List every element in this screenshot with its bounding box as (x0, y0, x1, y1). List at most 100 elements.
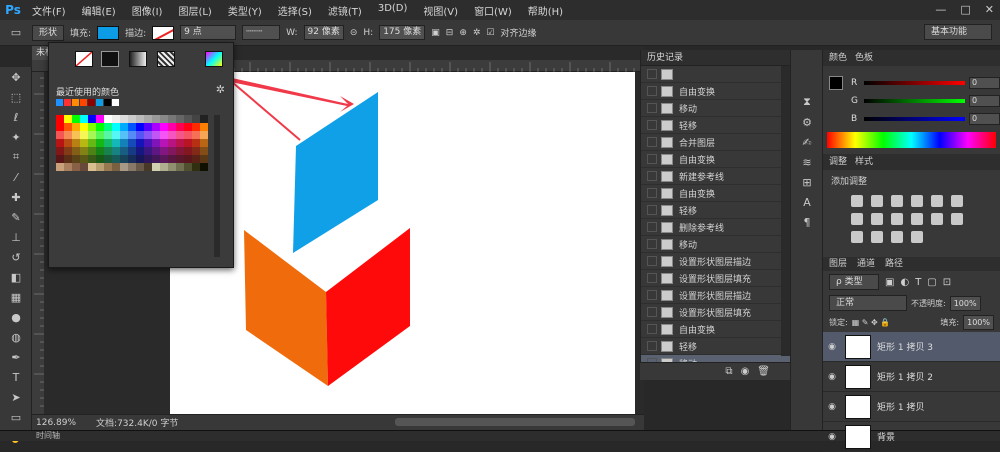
recent-color-swatch[interactable] (88, 99, 95, 106)
menu-5[interactable]: 选择(S) (270, 3, 320, 18)
layer-row[interactable]: ◉ 背景 (823, 422, 1000, 452)
palette-swatch[interactable] (120, 123, 128, 131)
color-slider[interactable] (864, 81, 965, 85)
history-checkbox[interactable] (647, 256, 657, 266)
history-checkbox[interactable] (647, 205, 657, 215)
palette-swatch[interactable] (128, 139, 136, 147)
blend-mode-select[interactable]: 正常 (829, 295, 907, 311)
history-checkbox[interactable] (647, 324, 657, 334)
palette-swatch[interactable] (104, 123, 112, 131)
palette-swatch[interactable] (56, 131, 64, 139)
palette-swatch[interactable] (168, 123, 176, 131)
color-slider[interactable] (864, 117, 965, 121)
history-item[interactable]: 设置形状图层描边 (641, 287, 790, 304)
palette-swatch[interactable] (176, 139, 184, 147)
palette-swatch[interactable] (88, 147, 96, 155)
palette-swatch[interactable] (56, 123, 64, 131)
layer-name[interactable]: 矩形 1 拷贝 3 (877, 340, 933, 353)
link-icon[interactable]: ⊝ (350, 28, 358, 38)
tab-swatches[interactable]: 色板 (855, 50, 873, 66)
visibility-eye-icon[interactable]: ◉ (823, 372, 841, 382)
menu-6[interactable]: 滤镜(T) (320, 3, 370, 18)
palette-swatch[interactable] (144, 163, 152, 171)
pen-tool-icon[interactable]: ✒ (0, 347, 32, 367)
palette-swatch[interactable] (112, 163, 120, 171)
palette-swatch[interactable] (184, 147, 192, 155)
palette-swatch[interactable] (184, 123, 192, 131)
adjustment-icon[interactable] (851, 231, 863, 243)
palette-swatch[interactable] (128, 131, 136, 139)
character-icon[interactable]: A (791, 192, 823, 212)
palette-swatch[interactable] (72, 155, 80, 163)
palette-swatch[interactable] (192, 155, 200, 163)
palette-swatch[interactable] (160, 155, 168, 163)
palette-swatch[interactable] (88, 155, 96, 163)
adjustment-icon[interactable] (871, 231, 883, 243)
color-picker-icon[interactable] (205, 51, 223, 67)
palette-swatch[interactable] (160, 147, 168, 155)
layer-row[interactable]: ◉ 矩形 1 拷贝 (823, 392, 1000, 422)
palette-swatch[interactable] (176, 131, 184, 139)
path-align-icon[interactable]: ⊟ (446, 28, 454, 38)
palette-swatch[interactable] (128, 163, 136, 171)
palette-swatch[interactable] (80, 155, 88, 163)
palette-swatch[interactable] (200, 163, 208, 171)
adjustment-icon[interactable] (871, 213, 883, 225)
palette-swatch[interactable] (128, 155, 136, 163)
history-checkbox[interactable] (647, 86, 657, 96)
palette-swatch[interactable] (112, 131, 120, 139)
slider-value[interactable]: 0 (968, 113, 1000, 125)
tab-color[interactable]: 颜色 (829, 50, 847, 66)
history-item[interactable]: 轻移 (641, 117, 790, 134)
menu-3[interactable]: 图层(L) (170, 3, 219, 18)
foreground-color[interactable] (829, 76, 843, 90)
trash-icon[interactable]: 🗑 (757, 366, 770, 377)
path-arrange-icon[interactable]: ⊕ (459, 28, 467, 38)
palette-swatch[interactable] (64, 131, 72, 139)
history-checkbox[interactable] (647, 154, 657, 164)
palette-swatch[interactable] (200, 155, 208, 163)
slider-value[interactable]: 0 (968, 77, 1000, 89)
history-item[interactable]: 自由变换 (641, 151, 790, 168)
palette-swatch[interactable] (104, 155, 112, 163)
swatch-scrollbar[interactable] (214, 115, 220, 257)
palette-swatch[interactable] (184, 139, 192, 147)
palette-swatch[interactable] (176, 115, 184, 123)
palette-swatch[interactable] (80, 115, 88, 123)
palette-swatch[interactable] (160, 123, 168, 131)
adjustment-icon[interactable] (871, 195, 883, 207)
lock-icons[interactable]: ▦ ✎ ✥ 🔒 (852, 318, 891, 327)
recent-color-swatch[interactable] (56, 99, 63, 106)
palette-swatch[interactable] (64, 155, 72, 163)
palette-swatch[interactable] (200, 115, 208, 123)
menu-10[interactable]: 帮助(H) (520, 3, 571, 18)
stamp-tool-icon[interactable]: ⊥ (0, 227, 32, 247)
tab-paths[interactable]: 路径 (885, 257, 903, 271)
menu-2[interactable]: 图像(I) (124, 3, 171, 18)
palette-swatch[interactable] (152, 115, 160, 123)
gradient-tool-icon[interactable]: ▦ (0, 287, 32, 307)
brush-tool-icon[interactable]: ✎ (0, 207, 32, 227)
palette-swatch[interactable] (168, 139, 176, 147)
palette-swatch[interactable] (104, 139, 112, 147)
color-slider[interactable] (864, 99, 965, 103)
palette-swatch[interactable] (112, 155, 120, 163)
palette-swatch[interactable] (136, 131, 144, 139)
history-checkbox[interactable] (647, 120, 657, 130)
palette-swatch[interactable] (112, 147, 120, 155)
palette-swatch[interactable] (192, 115, 200, 123)
palette-swatch[interactable] (144, 147, 152, 155)
layer-filter-select[interactable]: ρ 类型 (829, 274, 879, 290)
history-item[interactable]: 移动 (641, 100, 790, 117)
mode-select[interactable]: 形状 (32, 24, 65, 41)
palette-swatch[interactable] (128, 123, 136, 131)
palette-swatch[interactable] (72, 163, 80, 171)
visibility-eye-icon[interactable]: ◉ (823, 432, 841, 442)
palette-swatch[interactable] (64, 115, 72, 123)
palette-swatch[interactable] (96, 123, 104, 131)
snapshot-icon[interactable]: ◉ (741, 366, 750, 377)
tab-styles[interactable]: 样式 (855, 154, 873, 170)
layer-name[interactable]: 矩形 1 拷贝 (877, 400, 924, 413)
palette-swatch[interactable] (72, 131, 80, 139)
history-checkbox[interactable] (647, 290, 657, 300)
